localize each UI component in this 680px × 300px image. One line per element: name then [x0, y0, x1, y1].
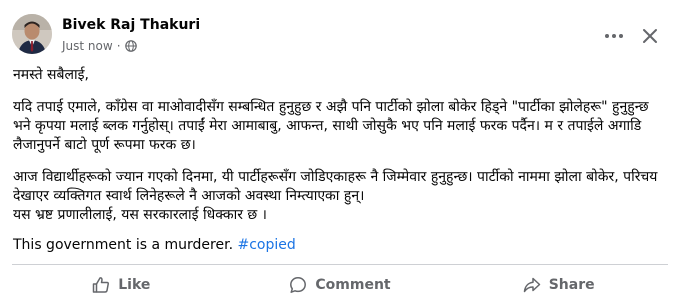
- post-paragraph-1: यदि तपाई एमाले, काँग्रेस वा माओवादीसँग स…: [13, 99, 649, 153]
- like-label: Like: [118, 277, 151, 293]
- comment-bubble-icon: [290, 277, 307, 293]
- comment-button[interactable]: Comment: [231, 270, 450, 300]
- close-button[interactable]: [640, 26, 660, 46]
- more-dots-icon: [605, 34, 623, 38]
- post-header: Bivek Raj Thakuri Just now ·: [12, 14, 668, 64]
- comment-label: Comment: [315, 277, 391, 293]
- post-timestamp[interactable]: Just now: [62, 39, 113, 53]
- post-meta: Just now ·: [62, 39, 137, 53]
- more-options-button[interactable]: [602, 24, 626, 48]
- post-paragraph-2-line-2: यस भ्रष्ट प्रणालीलाई, यस सरकारलाई धिक्का…: [13, 207, 267, 223]
- hashtag-link[interactable]: #copied: [237, 237, 295, 253]
- post-paragraph-2-line-1: आज विद्यार्थीहरूको ज्यान गएको दिनमा, यी …: [13, 169, 658, 204]
- globe-icon[interactable]: [124, 40, 137, 52]
- post-body: नमस्ते सबैलाई, यदि तपाई एमाले, काँग्रेस …: [13, 66, 668, 268]
- actions-divider: [12, 264, 668, 265]
- author-name[interactable]: Bivek Raj Thakuri: [62, 17, 200, 33]
- post-actions: Like Comment Share: [12, 270, 668, 300]
- post-english-text: This government is a murderer.: [13, 237, 234, 253]
- post-closing-line: This government is a murderer. #copied: [13, 236, 668, 255]
- post-card: Bivek Raj Thakuri Just now · नमस्ते सबैल…: [0, 0, 680, 300]
- share-arrow-icon: [523, 277, 540, 293]
- share-label: Share: [548, 277, 595, 293]
- meta-separator: ·: [116, 39, 121, 53]
- profile-photo-icon: [12, 14, 52, 54]
- thumbs-up-icon: [93, 277, 110, 293]
- post-paragraph-2: आज विद्यार्थीहरूको ज्यान गएको दिनमा, यी …: [13, 168, 668, 225]
- share-button[interactable]: Share: [449, 270, 668, 300]
- close-icon: [643, 29, 657, 43]
- post-greeting: नमस्ते सबैलाई,: [13, 67, 89, 83]
- like-button[interactable]: Like: [12, 270, 231, 300]
- avatar[interactable]: [12, 14, 52, 54]
